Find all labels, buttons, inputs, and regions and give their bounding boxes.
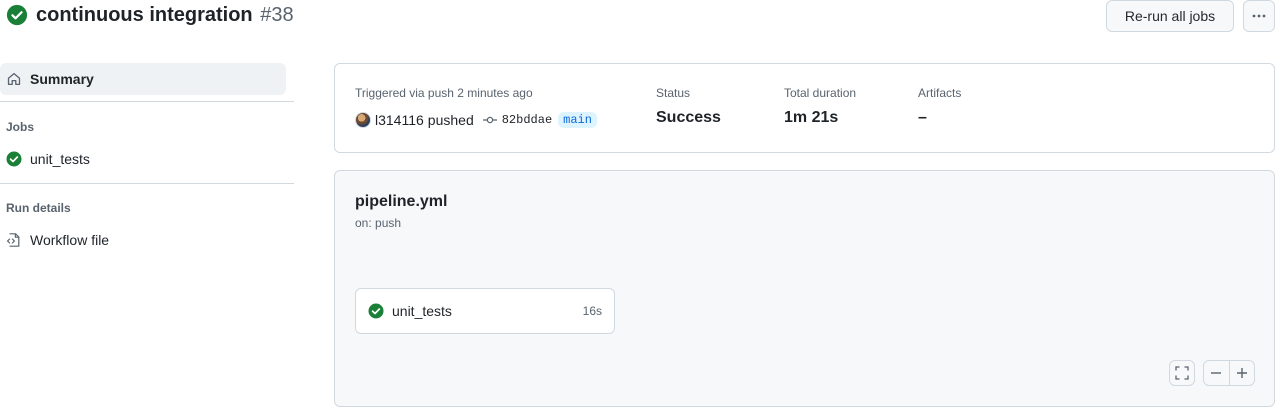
trigger-text: Triggered via push 2 minutes ago	[355, 86, 533, 100]
dash-icon	[1211, 372, 1222, 374]
job-node-unit-tests[interactable]: unit_tests 16s	[355, 288, 615, 334]
workflow-graph: pipeline.yml on: push unit_tests 16s	[334, 170, 1275, 407]
check-circle-fill-icon	[6, 4, 28, 26]
home-icon	[7, 72, 21, 86]
sidebar-divider	[0, 183, 294, 184]
check-circle-fill-icon	[6, 151, 22, 167]
workflow-trigger: on: push	[355, 216, 402, 230]
fullscreen-button[interactable]	[1169, 360, 1195, 386]
sidebar-item-label: Summary	[30, 71, 94, 87]
run-header: continuous integration #38 Re-run all jo…	[0, 0, 1283, 34]
status-value: Success	[656, 109, 721, 126]
run-summary-card: Triggered via push 2 minutes ago l314116…	[334, 63, 1275, 153]
avatar[interactable]	[355, 112, 371, 128]
sidebar-item-label: Workflow file	[30, 232, 110, 248]
kebab-horizontal-icon	[1252, 14, 1266, 18]
zoom-controls	[1203, 360, 1255, 386]
status-label: Status	[656, 86, 691, 100]
file-code-icon	[6, 233, 20, 247]
trigger-action: pushed	[427, 112, 474, 128]
zoom-out-button[interactable]	[1204, 361, 1229, 385]
sidebar-divider	[0, 101, 294, 102]
branch-badge[interactable]: main	[558, 112, 597, 128]
run-number: #38	[260, 4, 294, 26]
commit-sha-link[interactable]: 82bddae	[502, 113, 552, 127]
job-name: unit_tests	[392, 303, 452, 319]
sidebar-item-workflow-file[interactable]: Workflow file	[0, 225, 286, 255]
job-duration: 16s	[582, 304, 602, 318]
sidebar-item-label: unit_tests	[30, 151, 90, 167]
zoom-in-button[interactable]	[1230, 361, 1255, 385]
check-circle-fill-icon	[368, 303, 384, 319]
artifacts-value: –	[918, 109, 927, 126]
more-actions-button[interactable]	[1243, 0, 1275, 32]
run-title-text: continuous integration	[36, 4, 253, 26]
trigger-details: l314116 pushed 82bddae main	[355, 110, 597, 130]
jobs-heading: Jobs	[6, 120, 35, 134]
rerun-all-jobs-button[interactable]: Re-run all jobs	[1106, 0, 1234, 32]
workflow-name: pipeline.yml	[355, 193, 448, 210]
sidebar-item-summary[interactable]: Summary	[0, 63, 286, 95]
run-details-heading: Run details	[6, 201, 71, 215]
git-commit-icon	[482, 116, 497, 124]
duration-label: Total duration	[784, 86, 857, 100]
plus-icon	[1236, 368, 1247, 378]
workflow-run-page: continuous integration #38 Re-run all jo…	[0, 0, 1283, 420]
actor-link[interactable]: l314116	[375, 112, 424, 128]
screen-full-icon	[1175, 366, 1189, 380]
duration-value: 1m 21s	[784, 109, 839, 126]
page-title: continuous integration #38	[36, 3, 294, 27]
artifacts-label: Artifacts	[918, 86, 962, 100]
sidebar-item-unit-tests[interactable]: unit_tests	[0, 144, 286, 174]
